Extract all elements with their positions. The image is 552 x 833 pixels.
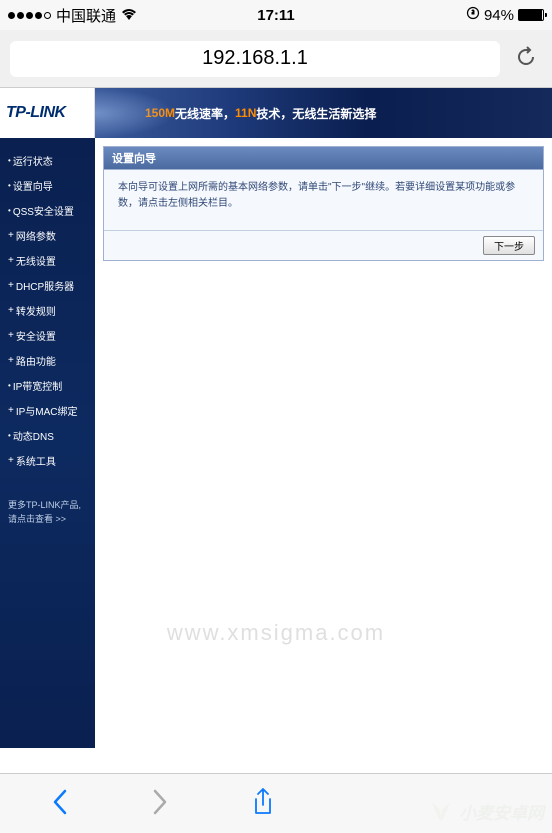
sidebar-item-11[interactable]: 动态DNS — [0, 423, 95, 448]
sidebar-item-7[interactable]: 安全设置 — [0, 323, 95, 348]
back-button[interactable] — [44, 781, 76, 826]
logo-area: TP-LINK — [0, 88, 95, 138]
refresh-button[interactable] — [510, 41, 542, 76]
sidebar-item-5[interactable]: DHCP服务器 — [0, 273, 95, 298]
sidebar-item-4[interactable]: 无线设置 — [0, 248, 95, 273]
battery-icon — [518, 9, 544, 21]
banner-text1: 无线速率， — [175, 105, 235, 122]
panel-title: 设置向导 — [104, 147, 543, 170]
signal-strength-icon — [8, 12, 51, 19]
sidebar-item-8[interactable]: 路由功能 — [0, 348, 95, 373]
tp-link-logo: TP-LINK — [0, 104, 66, 122]
ios-status-bar: 中国联通 17:11 94% — [0, 0, 552, 30]
router-header: TP-LINK 150M 无线速率， 11N 技术，无线生活新选择 — [0, 88, 552, 138]
next-button[interactable]: 下一步 — [483, 236, 535, 255]
sidebar-item-0[interactable]: 运行状态 — [0, 148, 95, 173]
sidebar-item-12[interactable]: 系统工具 — [0, 448, 95, 473]
status-right: 94% — [466, 6, 544, 24]
banner-speed: 150M — [145, 106, 175, 120]
sidebar-item-10[interactable]: IP与MAC绑定 — [0, 398, 95, 423]
status-left: 中国联通 — [8, 5, 137, 26]
forward-button — [144, 781, 176, 826]
wizard-panel: 设置向导 本向导可设置上网所需的基本网络参数，请单击"下一步"继续。若要详细设置… — [103, 146, 544, 261]
sidebar-item-1[interactable]: 设置向导 — [0, 173, 95, 198]
battery-percent: 94% — [484, 7, 514, 24]
content-area: 设置向导 本向导可设置上网所需的基本网络参数，请单击"下一步"继续。若要详细设置… — [95, 138, 552, 748]
rotation-lock-icon — [466, 6, 480, 24]
status-time: 17:11 — [257, 7, 295, 24]
chevron-left-icon — [52, 789, 68, 815]
banner-tech: 11N — [235, 106, 256, 120]
wifi-icon — [121, 7, 137, 24]
banner: 150M 无线速率， 11N 技术，无线生活新选择 — [95, 88, 552, 138]
sidebar-item-9[interactable]: IP带宽控制 — [0, 373, 95, 398]
safari-toolbar — [0, 773, 552, 833]
url-text: 192.168.1.1 — [202, 47, 308, 70]
sidebar-item-3[interactable]: 网络参数 — [0, 223, 95, 248]
safari-address-bar: 192.168.1.1 — [0, 30, 552, 88]
sidebar-item-6[interactable]: 转发规则 — [0, 298, 95, 323]
sidebar-footer[interactable]: 更多TP-LINK产品, 请点击查看 >> — [0, 488, 95, 537]
router-body: 运行状态设置向导QSS安全设置网络参数无线设置DHCP服务器转发规则安全设置路由… — [0, 138, 552, 748]
router-page: TP-LINK 150M 无线速率， 11N 技术，无线生活新选择 运行状态设置… — [0, 88, 552, 748]
chevron-right-icon — [152, 789, 168, 815]
panel-body: 本向导可设置上网所需的基本网络参数，请单击"下一步"继续。若要详细设置某项功能或… — [104, 170, 543, 230]
panel-footer: 下一步 — [104, 230, 543, 260]
banner-text2: 技术，无线生活新选择 — [256, 105, 376, 122]
url-field[interactable]: 192.168.1.1 — [10, 41, 500, 77]
share-icon — [252, 787, 274, 817]
refresh-icon — [514, 45, 538, 69]
sidebar: 运行状态设置向导QSS安全设置网络参数无线设置DHCP服务器转发规则安全设置路由… — [0, 138, 95, 748]
carrier-label: 中国联通 — [56, 5, 116, 26]
sidebar-item-2[interactable]: QSS安全设置 — [0, 198, 95, 223]
share-button[interactable] — [244, 779, 282, 828]
